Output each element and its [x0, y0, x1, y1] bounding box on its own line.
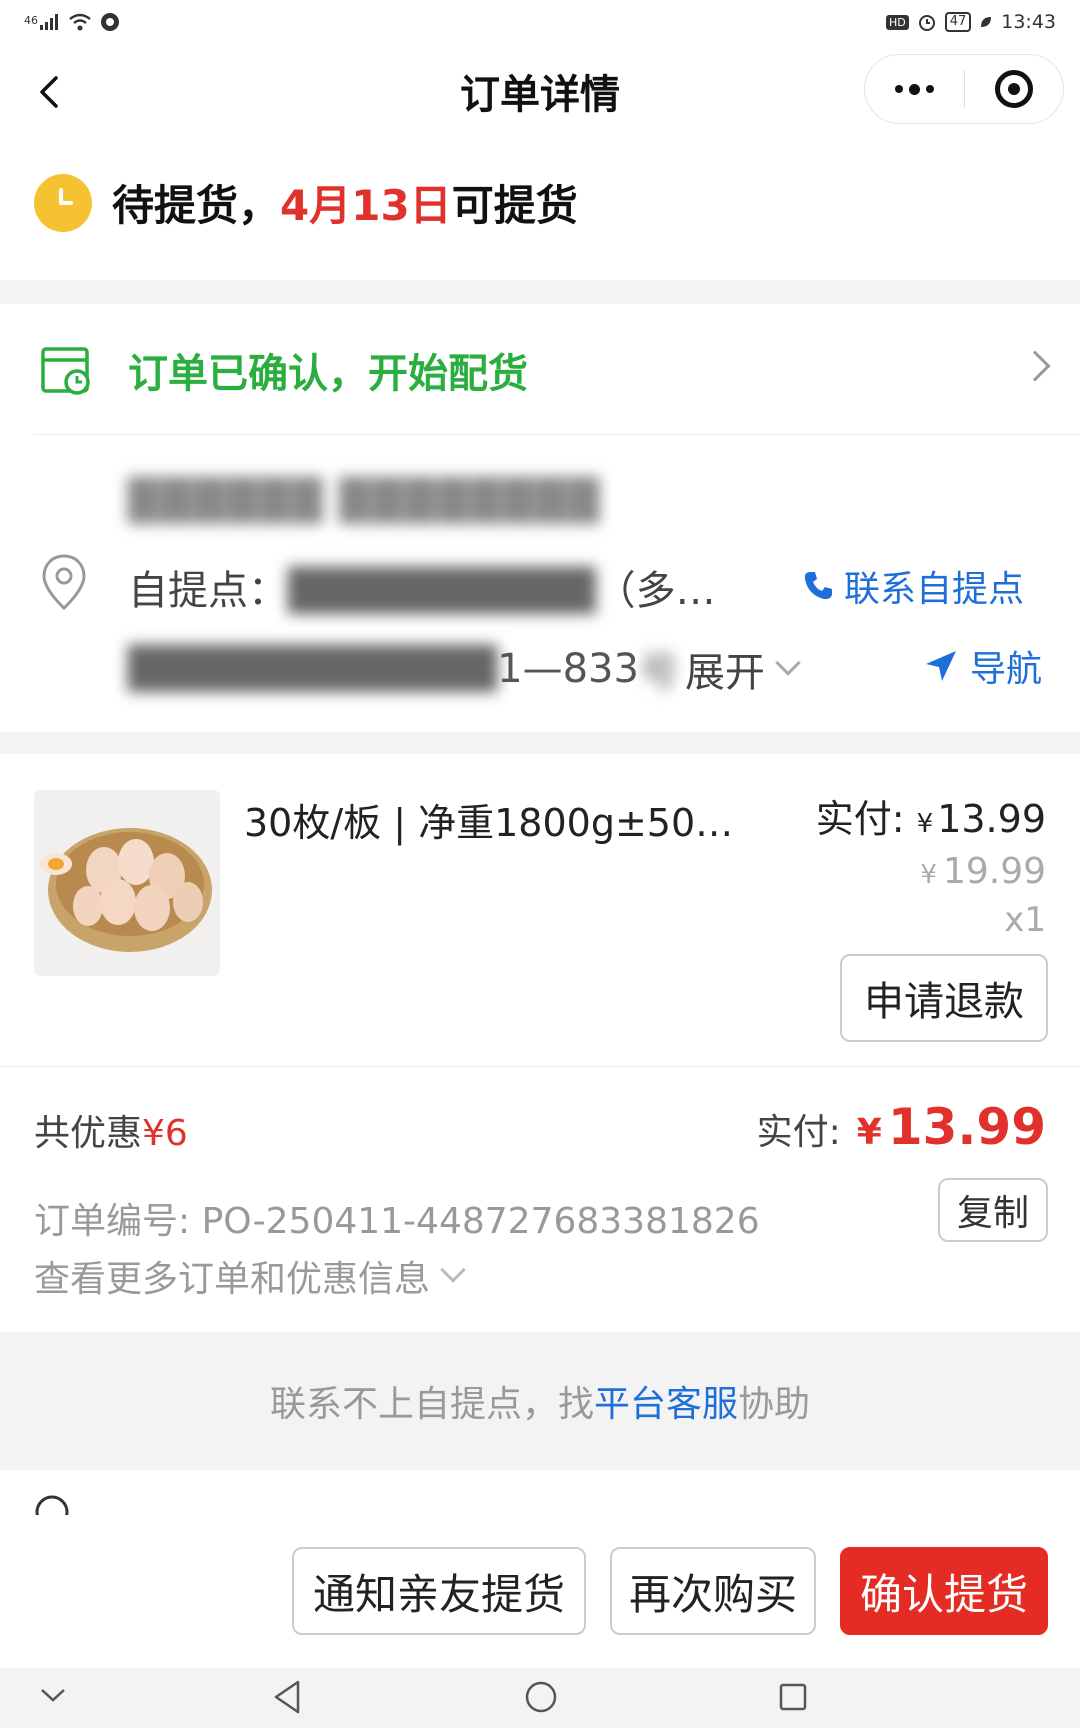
help-suffix: 协助 — [738, 1384, 811, 1425]
pickup-contact-redacted: ██████ ████████ — [128, 478, 602, 524]
order-number-label: 订单编号: — [34, 1201, 191, 1242]
product-title[interactable]: 30枚/板 | 净重1800g±50… — [244, 792, 733, 847]
total-paid-value: 13.99 — [887, 1098, 1046, 1156]
order-status-line: 待提货，4月13日可提货 — [34, 172, 578, 233]
chevron-down-icon[interactable] — [38, 1686, 68, 1706]
status-prefix: 待提货， — [112, 181, 281, 230]
more-menu-button[interactable] — [865, 55, 964, 123]
discount-amount: ¥6 — [142, 1113, 188, 1154]
total-discount: 共优惠¥6 — [34, 1104, 188, 1156]
vpn-icon — [101, 13, 119, 31]
discount-label: 共优惠 — [34, 1113, 143, 1154]
order-progress-row[interactable]: 订单已确认，开始配货 — [0, 305, 1080, 435]
address-redacted: ██████████ — [288, 568, 596, 614]
address-ellipsis: （多… — [595, 568, 716, 614]
chevron-down-icon — [440, 1257, 466, 1283]
currency-symbol: ¥ — [920, 860, 937, 890]
order-status-text: 待提货，4月13日可提货 — [112, 172, 578, 233]
navigate-link[interactable]: 导航 — [922, 640, 1042, 692]
alarm-icon — [918, 15, 935, 31]
back-triangle-icon[interactable] — [270, 1678, 304, 1716]
pickup-date: 4月13日 — [280, 181, 452, 230]
order-number-value: PO-250411-448727683381826 — [201, 1201, 760, 1242]
order-progress-text: 订单已确认，开始配货 — [128, 351, 528, 397]
order-number: 订单编号: PO-250411-448727683381826 — [34, 1192, 760, 1244]
location-pin-icon — [40, 552, 88, 616]
paid-label: 实付: — [815, 797, 905, 841]
product-image[interactable] — [34, 790, 220, 976]
more-dots-icon — [894, 83, 934, 95]
request-refund-button[interactable]: 申请退款 — [840, 954, 1048, 1042]
more-info-label: 查看更多订单和优惠信息 — [34, 1259, 431, 1300]
confirm-pickup-button[interactable]: 确认提货 — [840, 1547, 1048, 1635]
product-price-block: 实付: ¥13.99 ¥19.99 x1 — [816, 788, 1046, 940]
pickup-label: 自提点： — [128, 568, 288, 614]
currency-symbol: ¥ — [916, 809, 934, 839]
home-circle-icon[interactable] — [522, 1678, 560, 1716]
pickup-address: 自提点：██████████（多… — [128, 558, 716, 616]
navigate-label: 导航 — [970, 649, 1043, 690]
search-icon — [35, 1495, 69, 1516]
product-quantity: x1 — [1004, 900, 1046, 940]
copy-order-number-button[interactable]: 复制 — [938, 1178, 1048, 1242]
buy-again-button[interactable]: 再次购买 — [610, 1547, 816, 1635]
address-tail: 号 — [638, 650, 679, 696]
target-icon — [994, 70, 1033, 108]
battery-icon: 47 — [944, 12, 972, 32]
clock-time: 13:43 — [1001, 11, 1056, 33]
close-miniapp-button[interactable] — [965, 55, 1064, 123]
product-paid-line: 实付: ¥13.99 — [816, 788, 1046, 843]
product-paid-price: 13.99 — [937, 797, 1046, 841]
navigation-arrow-icon — [926, 651, 956, 681]
total-paid-label: 实付: — [756, 1112, 841, 1153]
address-visible-part: 1—833 — [497, 646, 639, 692]
phone-icon — [804, 572, 832, 600]
divider — [34, 434, 1080, 435]
category-tabs-peek — [0, 1472, 1080, 1516]
network-type: 46 — [24, 14, 38, 27]
calendar-clock-icon — [41, 347, 90, 395]
bottom-action-bar: 通知亲友提货 再次购买 确认提货 — [0, 1515, 1080, 1665]
clock-icon — [34, 173, 92, 232]
notify-friends-button[interactable]: 通知亲友提货 — [292, 1547, 586, 1635]
hd-icon: HD — [885, 14, 909, 30]
status-suffix: 可提货 — [451, 181, 578, 230]
divider — [0, 1066, 1080, 1067]
wifi-icon — [69, 13, 91, 31]
system-navigation-bar — [0, 1668, 1080, 1728]
more-order-info-toggle[interactable]: 查看更多订单和优惠信息 — [34, 1250, 466, 1302]
total-paid-amount: ¥13.99 — [857, 1098, 1046, 1156]
section-divider — [0, 280, 1080, 304]
order-total: 实付: ¥13.99 — [757, 1098, 1046, 1156]
chevron-right-icon — [1019, 350, 1051, 382]
section-divider — [0, 732, 1080, 754]
platform-service-link[interactable]: 平台客服 — [594, 1375, 738, 1427]
nav-header: 订单详情 — [0, 44, 1080, 144]
address-line2-redacted: ████████████ — [128, 646, 498, 692]
contact-label: 联系自提点 — [844, 569, 1025, 610]
help-prefix: 联系不上自提点，找 — [269, 1384, 594, 1425]
currency-symbol: ¥ — [856, 1112, 882, 1153]
contact-pickup-point-link[interactable]: 联系自提点 — [800, 560, 1024, 612]
recents-square-icon[interactable] — [776, 1678, 810, 1716]
leaf-icon — [981, 17, 992, 27]
battery-level: 47 — [949, 14, 967, 29]
miniapp-capsule — [864, 54, 1064, 124]
chevron-down-icon — [775, 650, 801, 676]
expand-address-button[interactable]: 展开 — [684, 640, 801, 698]
status-bar: 46 HD 47 13:43 — [0, 0, 1080, 44]
customer-service-hint: 联系不上自提点，找 平台客服 协助 — [0, 1332, 1080, 1470]
signal-icon: 46 — [24, 14, 60, 30]
expand-label: 展开 — [684, 650, 765, 696]
pickup-address-line2: ████████████ 1—833 号 展开 — [128, 640, 801, 698]
original-price-value: 19.99 — [942, 851, 1046, 892]
original-price: ¥19.99 — [816, 851, 1046, 892]
